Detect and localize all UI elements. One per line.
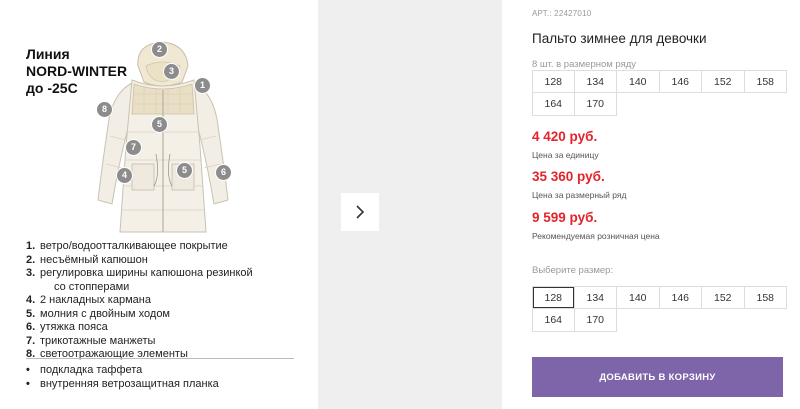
range-size-cell: 140 [617, 70, 660, 93]
marker-8: 8 [97, 102, 112, 117]
retail-price-note: Рекомендуемая розничная цена [532, 231, 660, 241]
price-per-unit-note: Цена за единицу [532, 150, 599, 160]
select-size-label: Выберите размер: [532, 265, 614, 276]
range-size-cell: 128 [532, 70, 575, 93]
price-per-range: 35 360 руб. [532, 169, 605, 184]
range-size-cell: 158 [744, 70, 787, 93]
range-size-cell: 164 [532, 93, 575, 116]
size-option[interactable]: 140 [617, 286, 660, 309]
feature-item: 4. 2 накладных кармана [26, 294, 151, 306]
feature-item: 7. трикотажные манжеты [26, 334, 156, 347]
product-info: АРТ.: 22427010 Пальто зимнее для девочки… [532, 0, 792, 409]
feature-item: 1. ветро/водоотталкивающее покрытие [26, 240, 228, 252]
feature-item: 8. светоотражающие элементы [26, 348, 188, 360]
marker-5b: 5 [177, 163, 192, 178]
size-option[interactable]: 164 [532, 309, 575, 332]
size-option-selected[interactable]: 128 [532, 286, 575, 309]
marker-5a: 5 [152, 117, 167, 132]
product-title: Пальто зимнее для девочки [532, 31, 707, 46]
marker-4: 4 [117, 168, 132, 183]
marker-2: 2 [152, 42, 167, 57]
marker-3: 3 [164, 64, 179, 79]
size-option[interactable]: 170 [574, 309, 617, 332]
feature-item: 6. утяжка пояса [26, 321, 108, 333]
size-option[interactable]: 152 [702, 286, 745, 309]
marker-1: 1 [195, 78, 210, 93]
extra-feature-item: • подкладка таффета [26, 364, 143, 376]
feature-item: 5. молния с двойным ходом [26, 307, 170, 320]
size-range-label: 8 шт. в размерном ряду [532, 59, 637, 70]
extra-feature-item: • внутренняя ветрозащитная планка [26, 377, 219, 390]
marker-7: 6 [216, 165, 231, 180]
feature-item: 3. регулировка ширины капюшона резинкой [26, 267, 253, 279]
article-number: АРТ.: 22427010 [532, 9, 592, 18]
size-range-grid: 128 134 140 146 152 158 164 170 [532, 70, 787, 116]
retail-price: 9 599 руб. [532, 210, 598, 225]
gallery-next-button[interactable] [341, 193, 379, 231]
chevron-right-icon [356, 205, 365, 219]
feature-item: 2. несъёмный капюшон [26, 253, 148, 266]
price-per-range-note: Цена за размерный ряд [532, 190, 627, 200]
product-infographic: Линия NORD-WINTER до -25С 2 3 1 8 5 7 5 … [0, 0, 318, 409]
feature-item-continuation: со стопперами [54, 280, 130, 293]
extra-features-list: • подкладка таффета • внутренняя ветрозащи… [26, 364, 296, 391]
range-size-cell: 152 [702, 70, 745, 93]
range-size-cell: 146 [659, 70, 702, 93]
add-to-cart-button[interactable]: ДОБАВИТЬ В КОРЗИНУ [532, 357, 783, 397]
size-selector: 128 134 140 146 152 158 164 170 [532, 286, 787, 332]
price-per-unit: 4 420 руб. [532, 129, 598, 144]
size-option[interactable]: 158 [744, 286, 787, 309]
range-size-cell: 170 [574, 93, 617, 116]
divider [26, 358, 294, 359]
image-gallery [318, 0, 502, 409]
range-size-cell: 134 [574, 70, 617, 93]
size-option[interactable]: 146 [659, 286, 702, 309]
size-option[interactable]: 134 [574, 286, 617, 309]
coat-image [97, 41, 229, 233]
marker-6: 7 [126, 140, 141, 155]
feature-list: 1. ветро/водоотталкивающее покрытие 2. нес… [26, 240, 296, 362]
